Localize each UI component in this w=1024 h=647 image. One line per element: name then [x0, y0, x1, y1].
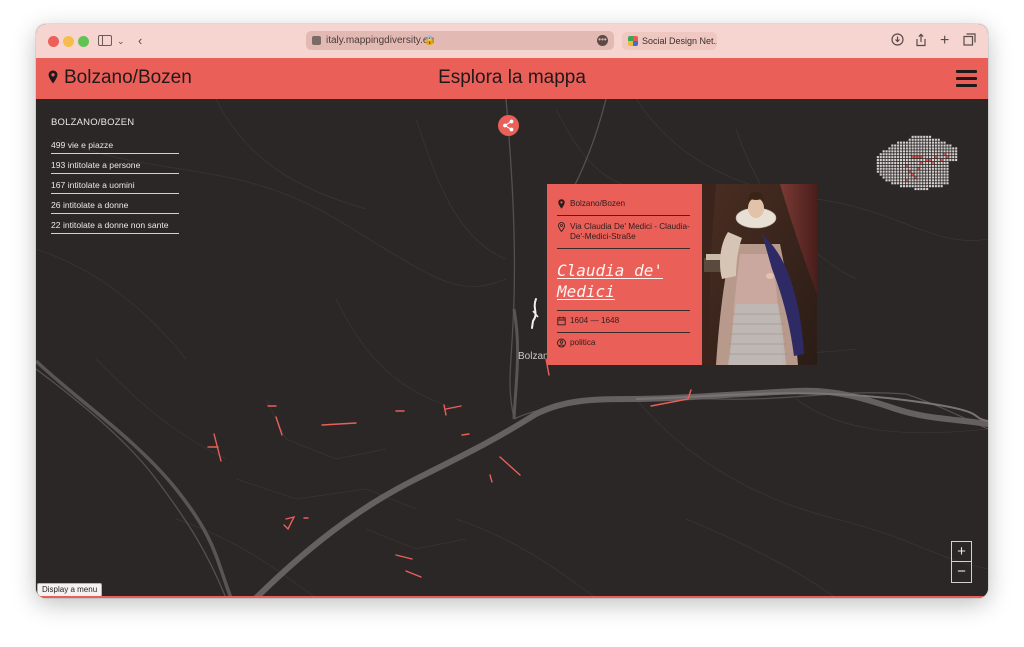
map-canvas[interactable]: BOLZANO/BOZEN 499 vie e piazze 193 intit…	[36, 99, 988, 598]
card-divider	[557, 332, 690, 333]
minimize-window-button[interactable]	[63, 36, 74, 47]
more-options-icon[interactable]: •••	[597, 35, 608, 46]
city-stats-panel: BOLZANO/BOZEN 499 vie e piazze 193 intit…	[51, 117, 179, 238]
browser-tab-social-design[interactable]: Social Design Net...	[622, 32, 717, 50]
site-favicon-icon	[312, 36, 321, 45]
calendar-icon	[557, 316, 566, 326]
person-portrait-image	[702, 184, 817, 365]
stat-streets-total: 499 vie e piazze	[51, 138, 179, 154]
tab-overview-icon[interactable]	[963, 33, 976, 50]
card-divider	[557, 248, 690, 249]
zoom-out-button[interactable]: −	[952, 562, 971, 582]
zoom-in-button[interactable]: +	[952, 542, 971, 562]
lock-icon: 🔒	[424, 35, 436, 45]
stat-women: 26 intitolate a donne	[51, 198, 179, 214]
zoom-controls: + −	[951, 541, 972, 583]
card-city: Bolzano/Bozen	[570, 199, 626, 208]
share-icon	[503, 119, 514, 132]
back-icon[interactable]: ‹	[138, 33, 142, 49]
page-title: Esplora la mappa	[438, 67, 586, 88]
browser-toolbar: ⌄ ‹ italy.mappingdiversity.eu 🔒 ••• Soci…	[36, 24, 988, 58]
card-divider	[557, 215, 690, 216]
hamburger-menu-button[interactable]	[956, 70, 977, 87]
new-tab-icon[interactable]: +	[940, 33, 949, 49]
tab-title: Social Design Net...	[642, 36, 717, 46]
stat-persons: 193 intitolate a persone	[51, 158, 179, 174]
close-window-button[interactable]	[48, 36, 59, 47]
card-category: politica	[570, 338, 596, 347]
tab-favicon-icon	[628, 36, 638, 46]
download-icon[interactable]	[891, 33, 904, 50]
street-info-card: Bolzano/Bozen Via Claudia De' Medici - C…	[547, 184, 702, 365]
zoom-window-button[interactable]	[78, 36, 89, 47]
sidebar-toggle-icon[interactable]	[98, 35, 112, 46]
card-divider	[557, 310, 690, 311]
chevron-down-icon[interactable]: ⌄	[117, 33, 125, 49]
app-header: Bolzano/Bozen Esplora la mappa	[36, 58, 988, 99]
stat-men: 167 intitolate a uomini	[51, 178, 179, 194]
url-text: italy.mappingdiversity.eu	[326, 35, 435, 46]
region-minimap[interactable]	[868, 127, 974, 207]
stats-title: BOLZANO/BOZEN	[51, 117, 135, 128]
card-years: 1604 — 1648	[570, 316, 620, 325]
stat-women-not-saints: 22 intitolate a donne non sante	[51, 218, 179, 234]
location-outline-icon	[558, 222, 565, 232]
browser-window: ⌄ ‹ italy.mappingdiversity.eu 🔒 ••• Soci…	[36, 24, 988, 598]
person-name-link[interactable]: Claudia de' Medici	[557, 260, 692, 302]
address-bar[interactable]: italy.mappingdiversity.eu 🔒 •••	[306, 31, 614, 50]
card-street: Via Claudia De' Medici - Claudia-De'-Med…	[570, 222, 690, 241]
bottom-accent-line	[36, 596, 988, 598]
share-page-icon[interactable]	[915, 33, 927, 51]
location-pin-icon	[558, 199, 565, 209]
person-icon	[557, 338, 566, 348]
share-button[interactable]	[498, 115, 519, 136]
tooltip: Display a menu	[37, 583, 103, 597]
